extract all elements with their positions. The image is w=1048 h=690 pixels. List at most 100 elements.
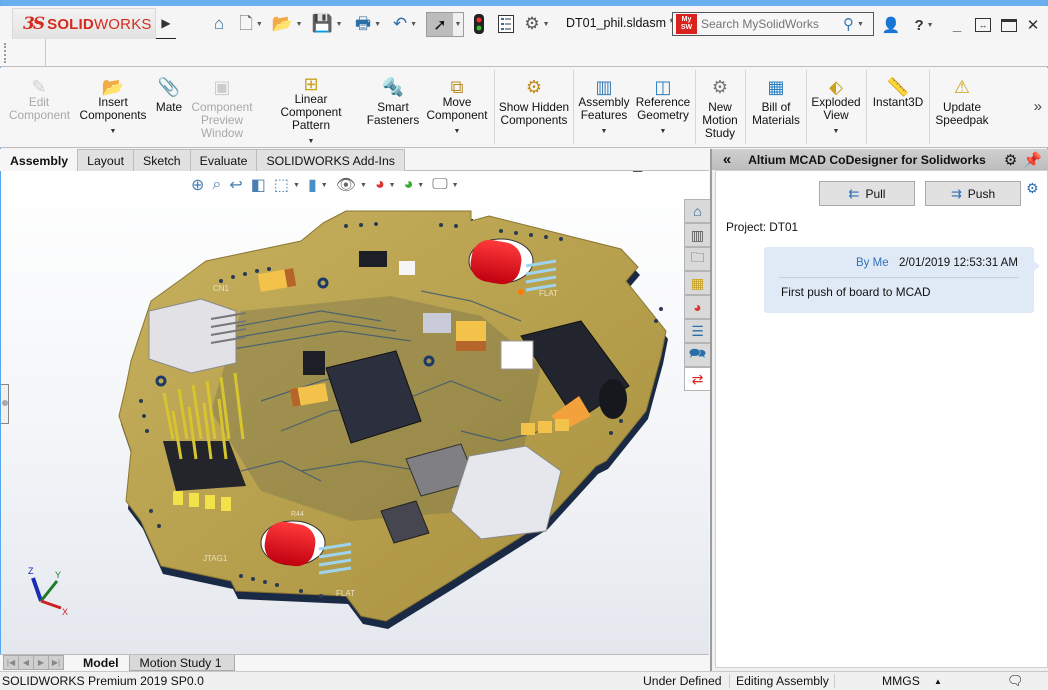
crystal bbox=[423, 313, 451, 333]
dropdown-arrow-icon[interactable]: ▼ bbox=[308, 135, 315, 148]
user-account-button[interactable]: 👤 bbox=[880, 14, 902, 36]
pin-icon[interactable]: 📌 bbox=[1023, 151, 1042, 169]
silk-label: JTAG1 bbox=[203, 554, 228, 563]
tab-layout[interactable]: Layout bbox=[77, 149, 135, 171]
mate-button[interactable]: 📎 Mate bbox=[153, 68, 185, 148]
tile-button[interactable]: ↔ bbox=[972, 14, 994, 36]
dropdown-arrow-icon[interactable]: ▼ bbox=[110, 125, 117, 138]
z-axis bbox=[31, 577, 43, 602]
search-mysolidworks[interactable]: My SW ⚲ ▼ bbox=[672, 12, 874, 36]
dropdown-arrow-icon[interactable]: ▼ bbox=[454, 125, 461, 138]
move-component-icon: ⧉ bbox=[450, 77, 464, 97]
options-button[interactable]: ⚙ ▼ bbox=[520, 12, 554, 36]
edit-component-button[interactable]: ✎ Edit Component bbox=[5, 68, 73, 148]
reference-geometry-button[interactable]: ◫ Reference Geometry ▼ bbox=[634, 68, 692, 148]
first-tab-icon[interactable]: |◀ bbox=[3, 655, 19, 670]
home-button[interactable]: ⌂ bbox=[208, 12, 230, 36]
save-button[interactable]: 💾 ▼ bbox=[311, 12, 343, 36]
close-icon: ✕ bbox=[1026, 17, 1040, 34]
print-button[interactable]: 🖶 ▼ bbox=[351, 12, 385, 36]
definition-status: Under Defined bbox=[643, 674, 722, 688]
next-tab-icon[interactable]: ▶ bbox=[33, 655, 49, 670]
smart-fasteners-button[interactable]: 🔩 Smart Fasteners bbox=[366, 68, 420, 148]
new-document-button[interactable]: 🗋 ▼ bbox=[236, 12, 266, 36]
new-motion-study-button[interactable]: ⚙ New Motion Study bbox=[699, 68, 741, 148]
tab-navigation: |◀ ◀ ▶ ▶| bbox=[3, 655, 64, 671]
bill-of-materials-button[interactable]: ▦ Bill of Materials bbox=[748, 68, 804, 148]
show-hidden-components-button[interactable]: ⚙ Show Hidden Components bbox=[498, 68, 570, 148]
svg-text:Z: Z bbox=[28, 566, 34, 576]
dropdown-arrow-icon[interactable]: ▼ bbox=[660, 125, 667, 138]
quick-tips-icon[interactable]: 🗨 bbox=[1007, 673, 1024, 689]
select-button[interactable]: ➚ ▼ bbox=[426, 12, 464, 37]
tab-solidworks-add-ins[interactable]: SOLIDWORKS Add-Ins bbox=[256, 149, 405, 171]
pcb-assembly-model[interactable]: CN1 JTAG1 FLAT FLAT R44 bbox=[1, 171, 709, 654]
update-speedpak-button[interactable]: ⚠ Update Speedpak bbox=[932, 68, 992, 148]
tab-motion-study-1[interactable]: Motion Study 1 bbox=[128, 655, 235, 671]
linear-component-pattern-button[interactable]: ⊞ Linear Component Pattern ▼ bbox=[261, 68, 361, 148]
tab-sketch[interactable]: Sketch bbox=[133, 149, 191, 171]
maximize-button[interactable] bbox=[998, 14, 1020, 36]
tantalum-capacitor bbox=[456, 321, 486, 351]
solidworks-logo[interactable]: 3S SOLIDWORKS bbox=[12, 8, 156, 40]
prev-tab-icon[interactable]: ◀ bbox=[18, 655, 34, 670]
insert-components-button[interactable]: 📂 Insert Components ▼ bbox=[79, 68, 147, 148]
configure-icon[interactable]: ⚙ bbox=[1026, 180, 1039, 197]
last-tab-icon[interactable]: ▶| bbox=[48, 655, 64, 670]
solidworks-resources-tab[interactable]: ⌂ bbox=[684, 199, 710, 223]
pull-button[interactable]: ⇇ Pull bbox=[819, 181, 915, 206]
codesigner-tab[interactable]: ⇄ bbox=[684, 367, 710, 391]
push-button[interactable]: ⇉ Push bbox=[925, 181, 1021, 206]
design-library-tab[interactable]: ▥ bbox=[684, 223, 710, 247]
view-palette-tab[interactable]: ▦ bbox=[684, 271, 710, 295]
cursor-arrow-icon: ➚ bbox=[433, 16, 447, 34]
menu-flyout-arrow-icon[interactable]: ▶ bbox=[156, 8, 176, 40]
maximize-icon bbox=[1001, 18, 1017, 32]
new-document-icon: 🗋 bbox=[239, 14, 253, 33]
instant3d-button[interactable]: 📏 Instant3D bbox=[869, 68, 927, 148]
toolbar-grip[interactable] bbox=[4, 43, 7, 63]
minimize-button[interactable]: _ bbox=[946, 14, 968, 36]
codesigner-panel: « Altium MCAD CoDesigner for Solidworks … bbox=[710, 149, 1048, 671]
tab-evaluate[interactable]: Evaluate bbox=[189, 149, 258, 171]
reference-triad: Z Y X bbox=[28, 566, 68, 617]
file-properties-icon bbox=[498, 15, 514, 33]
unit-system[interactable]: MMGS bbox=[882, 674, 920, 688]
dropdown-arrow-icon[interactable]: ▼ bbox=[833, 125, 840, 138]
ds-logo-icon: 3S bbox=[23, 14, 45, 34]
command-manager: ✎ Edit Component 📂 Insert Components ▼ 📎… bbox=[0, 68, 1048, 148]
panel-title: Altium MCAD CoDesigner for Solidworks bbox=[748, 152, 986, 167]
search-input[interactable] bbox=[701, 17, 841, 31]
rebuild-button[interactable] bbox=[470, 12, 488, 36]
component-preview-window-button[interactable]: ▣ Component Preview Window bbox=[189, 68, 255, 148]
appearances-tab[interactable]: ◕ bbox=[684, 295, 710, 319]
led bbox=[399, 261, 415, 275]
search-icon[interactable]: ⚲ bbox=[843, 15, 854, 33]
assembly-features-button[interactable]: ▥ Assembly Features ▼ bbox=[577, 68, 631, 148]
logo-solid: SOLID bbox=[47, 15, 94, 33]
logo-works: WORKS bbox=[93, 15, 152, 33]
undo-button[interactable]: ↶ ▼ bbox=[389, 12, 421, 36]
move-component-button[interactable]: ⧉ Move Component ▼ bbox=[425, 68, 489, 148]
dropdown-arrow-icon[interactable]: ▼ bbox=[601, 125, 608, 138]
more-commands-icon[interactable]: » bbox=[1034, 98, 1042, 115]
help-button[interactable]: ? ▼ bbox=[908, 14, 940, 36]
graphics-area[interactable]: ⊕ ⌕ ↩ ◧ ⬚▼ ▮▼ 👁▼ ◕▼ ◕▼ 🖵▼ ◧ ◨ ▁ ⧉ ✕ bbox=[0, 171, 709, 654]
units-menu-icon[interactable]: ▲ bbox=[934, 677, 942, 686]
tab-assembly[interactable]: Assembly bbox=[0, 149, 79, 171]
open-button[interactable]: 📂 ▼ bbox=[271, 12, 303, 36]
custom-properties-tab[interactable]: ☰ bbox=[684, 319, 710, 343]
panel-settings-icon[interactable]: ⚙ bbox=[1004, 151, 1017, 169]
speedpak-icon: ⚠ bbox=[953, 77, 971, 97]
traffic-light-icon bbox=[474, 14, 484, 34]
forum-tab[interactable]: 🗪 bbox=[684, 343, 710, 367]
close-button[interactable]: ✕ bbox=[1022, 14, 1044, 36]
exploded-view-button[interactable]: ⬖ Exploded View ▼ bbox=[809, 68, 863, 148]
insert-components-icon: 📂 bbox=[101, 77, 125, 97]
file-properties-button[interactable] bbox=[496, 12, 516, 36]
tab-model[interactable]: Model bbox=[73, 655, 129, 671]
file-explorer-tab[interactable]: 🗀 bbox=[684, 247, 710, 271]
white-connector bbox=[500, 340, 534, 370]
paperclip-icon: 📎 bbox=[157, 77, 181, 97]
select-dropdown[interactable]: ▼ bbox=[453, 13, 463, 36]
